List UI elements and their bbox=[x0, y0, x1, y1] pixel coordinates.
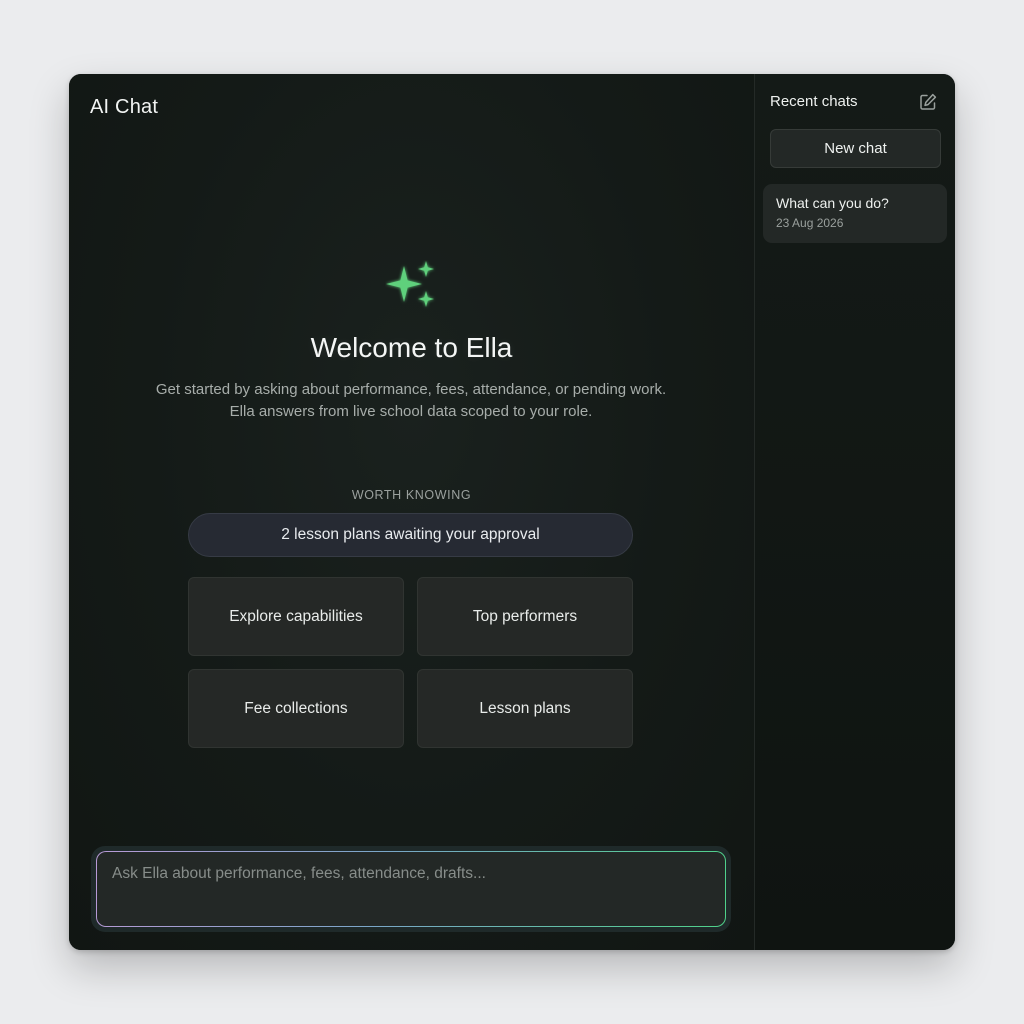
suggestion-fee-collections[interactable]: Fee collections bbox=[188, 669, 404, 748]
recent-chats-title: Recent chats bbox=[770, 93, 858, 110]
app-window: AI Chat Welcome to Ella Get started by a… bbox=[69, 74, 955, 950]
app-title: AI Chat bbox=[90, 96, 159, 118]
approval-notice-pill[interactable]: 2 lesson plans awaiting your approval bbox=[188, 513, 633, 557]
chat-main-panel: AI Chat Welcome to Ella Get started by a… bbox=[69, 74, 754, 950]
message-composer bbox=[91, 846, 731, 932]
suggestion-top-performers[interactable]: Top performers bbox=[417, 577, 633, 656]
recent-chats-sidebar: Recent chats New chat What can you do? 2… bbox=[754, 74, 955, 950]
message-input[interactable] bbox=[112, 865, 710, 921]
approval-notice-text: 2 lesson plans awaiting your approval bbox=[281, 526, 540, 543]
recent-chat-item[interactable]: What can you do? 23 Aug 2026 bbox=[763, 184, 947, 243]
welcome-title: Welcome to Ella bbox=[310, 332, 513, 363]
suggestion-label: Explore capabilities bbox=[229, 607, 363, 625]
suggestion-label: Fee collections bbox=[244, 699, 348, 717]
edit-icon[interactable] bbox=[918, 92, 938, 112]
new-chat-button[interactable]: New chat bbox=[770, 129, 941, 168]
worth-knowing-label: WORTH KNOWING bbox=[351, 488, 472, 502]
suggestion-lesson-plans[interactable]: Lesson plans bbox=[417, 669, 633, 748]
suggestion-grid: Explore capabilities Top performers Fee … bbox=[188, 577, 633, 748]
composer-border bbox=[96, 851, 726, 927]
composer-field bbox=[97, 852, 725, 926]
welcome-subtitle: Get started by asking about performance,… bbox=[155, 381, 667, 420]
suggestion-label: Lesson plans bbox=[479, 699, 571, 717]
sparkles-icon bbox=[386, 261, 434, 307]
recent-chat-title: What can you do? bbox=[776, 195, 889, 211]
recent-chat-date: 23 Aug 2026 bbox=[776, 216, 844, 230]
suggestion-label: Top performers bbox=[472, 607, 578, 625]
suggestion-explore-capabilities[interactable]: Explore capabilities bbox=[188, 577, 404, 656]
